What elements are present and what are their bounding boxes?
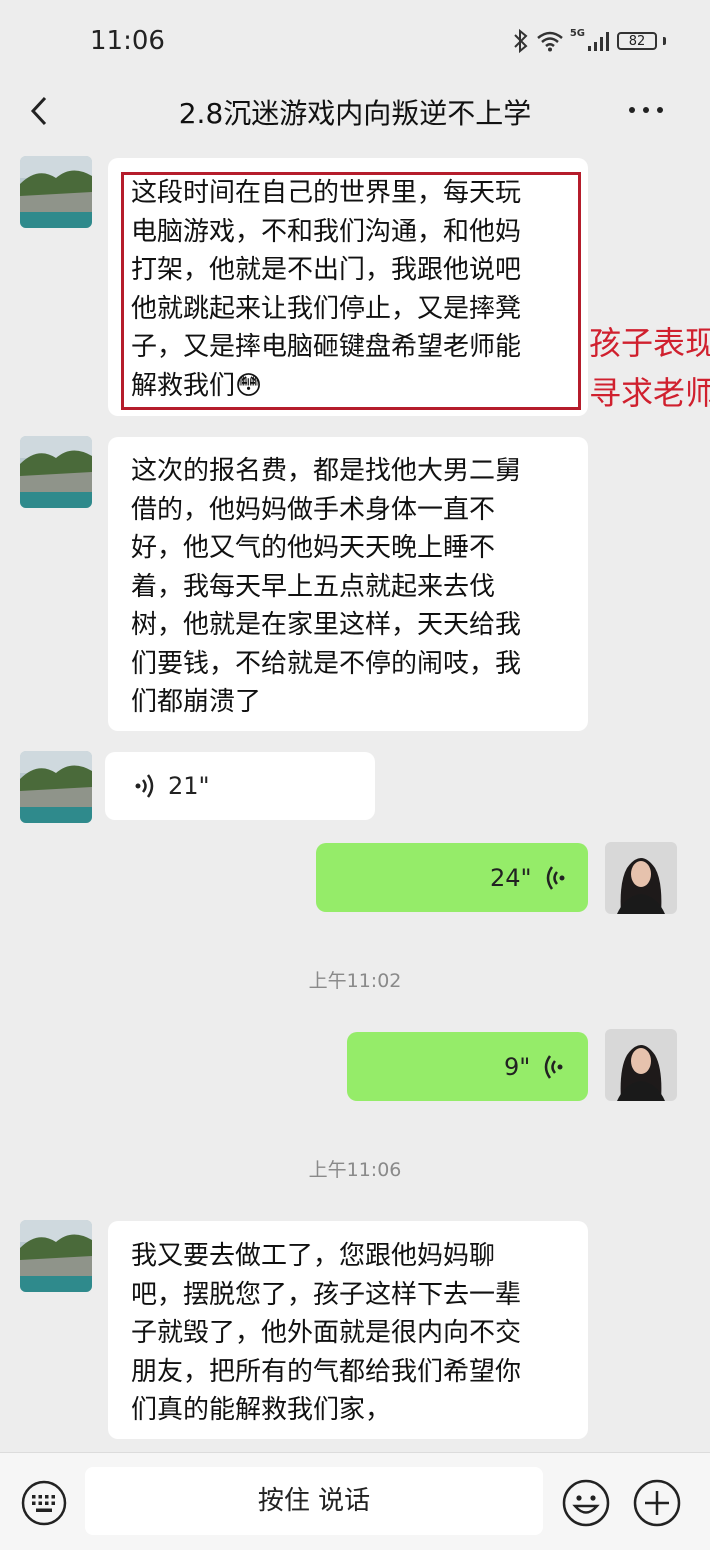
message-line: 这段时间在自己的世界里，每天玩 (131, 178, 522, 208)
message-line: 们都崩溃了 (131, 687, 262, 717)
message-line: 着，我每天早上五点就起来去伐 (131, 571, 496, 602)
message-line: 子，又是摔电脑砸键盘希望老师能 (131, 332, 522, 362)
message-line: 借的，他妈妈做手术身体一直不 (131, 494, 496, 525)
status-icons: 5G 82 (512, 28, 666, 54)
message-line: 子就毁了，他外面就是很内向不交 (131, 1318, 522, 1348)
message-line: 们真的能解救我们家， (131, 1395, 392, 1425)
annotation-text-line2: 寻求老师 (589, 374, 710, 412)
contact-avatar[interactable] (20, 156, 92, 228)
emoji-icon[interactable] (560, 1477, 612, 1529)
timestamp: 上午11:02 (308, 970, 402, 992)
message-line: 们要钱，不给就是不停的闹吱，我 (131, 648, 522, 679)
voice-wave-icon (135, 774, 154, 798)
message-line: 这次的报名费，都是找他大男二舅 (131, 456, 522, 486)
signal-icon (588, 32, 609, 51)
wifi-icon (537, 31, 563, 52)
bluetooth-icon (514, 28, 528, 54)
self-avatar[interactable] (605, 842, 677, 914)
contact-avatar[interactable] (20, 751, 92, 823)
portrait-avatar-image (605, 842, 677, 914)
self-avatar[interactable] (605, 1029, 677, 1101)
contact-avatar[interactable] (20, 436, 92, 508)
message-line: 好，他又气的他妈天天晚上睡不 (131, 533, 496, 563)
landscape-avatar-image (20, 751, 92, 823)
timestamp: 上午11:06 (308, 1159, 402, 1181)
annotation-text-line1: 孩子表现 (589, 324, 710, 362)
landscape-avatar-image (20, 436, 92, 508)
message-text: 这次的报名费，都是找他大男二舅 借的，他妈妈做手术身体一直不 好，他又气的他妈天… (131, 452, 521, 722)
message-line: 吧，摆脱您了，孩子这样下去一辈 (131, 1279, 522, 1310)
voice-duration: 21" (168, 772, 210, 800)
chat-header: 2.8沉迷游戏内向叛逆不上学 (0, 80, 710, 144)
voice-duration: 24" (490, 864, 532, 892)
voice-wave-icon (546, 866, 565, 890)
battery-tip (663, 37, 666, 45)
network-type-label: 5G (569, 28, 585, 39)
input-bar: 按住 说话 (0, 1452, 710, 1550)
message-line: 他就跳起来让我们停止，又是摔凳 (131, 293, 522, 324)
message-line: 电脑游戏，不和我们沟通，和他妈 (131, 216, 522, 247)
portrait-avatar-image (605, 1029, 677, 1101)
more-options-icon[interactable] (626, 98, 666, 122)
message-text: 我又要去做工了，您跟他妈妈聊 吧，摆脱您了，孩子这样下去一辈 子就毁了，他外面就… (131, 1237, 521, 1430)
message-line: 我又要去做工了，您跟他妈妈聊 (131, 1241, 496, 1271)
message-line: 解救我们😳 (131, 370, 263, 401)
voice-wave-icon (545, 1055, 563, 1079)
landscape-avatar-image (20, 1220, 92, 1292)
voice-message: 21" (134, 772, 210, 800)
message-line: 朋友，把所有的气都给我们希望你 (131, 1356, 522, 1387)
status-bar: 11:06 5G 82 (0, 0, 710, 80)
voice-message: 24" (490, 864, 566, 892)
landscape-avatar-image (20, 156, 92, 228)
message-line: 打架，他就是不出门，我跟他说吧 (131, 255, 522, 285)
voice-message: 9" (504, 1053, 564, 1081)
keyboard-toggle-icon[interactable] (20, 1479, 68, 1527)
message-text: 这段时间在自己的世界里，每天玩 电脑游戏，不和我们沟通，和他妈 打架，他就是不出… (131, 174, 521, 405)
chat-title: 2.8沉迷游戏内向叛逆不上学 (178, 97, 532, 130)
battery-icon: 82 (617, 32, 657, 50)
status-time: 11:06 (90, 26, 165, 56)
voice-duration: 9" (504, 1053, 531, 1081)
hold-to-talk-button[interactable]: 按住 说话 (85, 1467, 543, 1535)
message-line: 树，他就是在家里这样，天天给我 (131, 610, 522, 640)
plus-more-icon[interactable] (631, 1477, 683, 1529)
contact-avatar[interactable] (20, 1220, 92, 1292)
